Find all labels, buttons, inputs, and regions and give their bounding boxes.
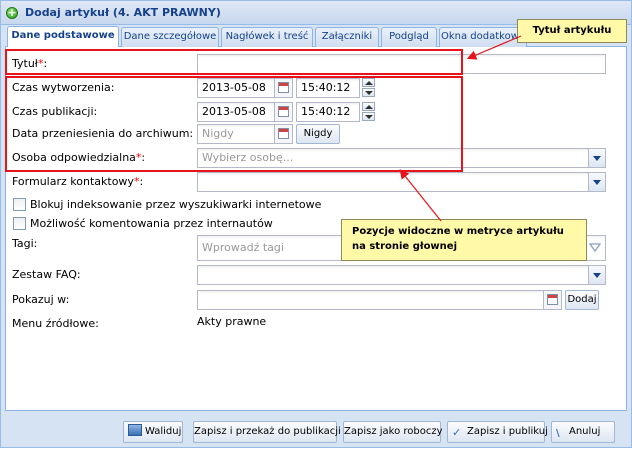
tab-attachments[interactable]: Załączniki — [315, 27, 379, 47]
validate-button[interactable]: Waliduj — [123, 421, 183, 443]
cancel-icon: \ — [556, 428, 560, 439]
show-in-input[interactable] — [197, 290, 544, 310]
source-menu-label: Menu źródłowe: — [12, 317, 99, 330]
metrics-highlight-box — [5, 76, 463, 172]
chevron-down-icon — [593, 180, 601, 185]
tab-preview[interactable]: Podgląd — [381, 27, 437, 47]
contact-form-label: Formularz kontaktowy*: — [12, 175, 144, 188]
contact-form-dropdown[interactable] — [589, 172, 606, 192]
tab-header-content[interactable]: Nagłówek i treść — [221, 27, 313, 47]
window-title: Dodaj artykuł (4. AKT PRAWNY) — [25, 6, 221, 19]
title-callout: Tytuł artykułu — [517, 19, 627, 43]
source-menu-value: Akty prawne — [197, 315, 267, 328]
cancel-button[interactable]: \ Anuluj — [551, 421, 615, 443]
faq-combo[interactable] — [197, 265, 589, 285]
check-icon: ✓ — [452, 426, 462, 439]
show-in-add-button[interactable]: Dodaj — [565, 290, 599, 310]
validate-icon — [128, 424, 142, 436]
save-draft-button[interactable]: Zapisz jako roboczy — [343, 421, 443, 443]
metrics-callout: Pozycje widoczne w metryce artykułu na s… — [341, 219, 587, 261]
save-publish-button[interactable]: ✓ Zapisz i publikuj — [447, 421, 548, 443]
show-in-picker[interactable] — [544, 290, 562, 310]
faq-label: Zestaw FAQ: — [12, 268, 81, 281]
responsible-dropdown[interactable] — [589, 148, 606, 168]
tags-label: Tagi: — [12, 237, 38, 250]
add-icon: + — [6, 6, 18, 19]
allow-comments-label: Możliwość komentowania przez internautów — [30, 217, 273, 230]
tab-extra-windows[interactable]: Okna dodatkowe — [439, 27, 527, 47]
title-highlight-box — [5, 49, 463, 75]
show-in-label: Pokazuj w: — [12, 293, 70, 306]
footer-toolbar: Waliduj Zapisz i przekaż do publikacji Z… — [1, 413, 631, 447]
faq-dropdown[interactable] — [589, 265, 606, 285]
contact-form-combo[interactable] — [197, 172, 589, 192]
tab-detailed-data[interactable]: Dane szczegółowe — [121, 27, 219, 47]
save-send-to-publish-button[interactable]: Zapisz i przekaż do publikacji — [193, 421, 341, 443]
block-indexing-checkbox[interactable] — [13, 198, 26, 211]
calendar-icon — [547, 294, 558, 305]
tab-basic-data[interactable]: Dane podstawowe — [7, 26, 119, 47]
filter-icon[interactable] — [589, 243, 601, 253]
add-article-window: + Dodaj artykuł (4. AKT PRAWNY) Dane pod… — [0, 0, 632, 448]
chevron-down-icon — [593, 273, 601, 278]
allow-comments-checkbox[interactable] — [13, 217, 26, 230]
chevron-down-icon — [593, 156, 601, 161]
block-indexing-label: Blokuj indeksowanie przez wyszukiwarki i… — [30, 198, 322, 211]
